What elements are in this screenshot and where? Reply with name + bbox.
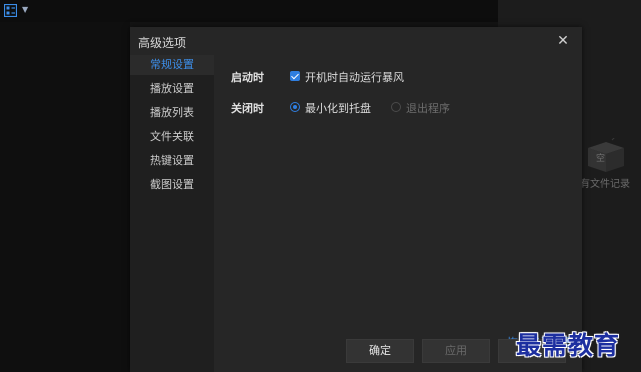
- dialog-title: 高级选项: [138, 36, 187, 50]
- dialog-titlebar[interactable]: 高级选项 ✕: [130, 27, 582, 55]
- settings-nav: 常规设置 播放设置 播放列表 文件关联 热键设置 截图设置: [130, 55, 214, 372]
- advanced-options-dialog: 高级选项 ✕ 常规设置 播放设置 播放列表 文件关联 热键设置 截图设置 启动时…: [130, 27, 582, 372]
- empty-box-icon: [588, 138, 624, 172]
- nav-item-hotkeys[interactable]: 热键设置: [130, 151, 214, 171]
- exit-program-label[interactable]: 退出程序: [406, 100, 450, 116]
- empty-box-label: 空: [596, 154, 606, 164]
- watermark-text: 最需教育: [516, 331, 621, 360]
- ok-button[interactable]: 确定: [346, 339, 414, 363]
- on-close-label: 关闭时: [231, 102, 264, 115]
- player-area: [0, 22, 130, 372]
- chevron-down-icon[interactable]: ▼: [22, 5, 28, 14]
- autostart-checkbox[interactable]: [290, 71, 300, 81]
- minimize-to-tray-radio[interactable]: [290, 102, 300, 112]
- nav-item-playback[interactable]: 播放设置: [130, 79, 214, 99]
- nav-item-general[interactable]: 常规设置: [130, 55, 214, 75]
- general-settings-panel: 启动时 开机时自动运行暴风 关闭时 最小化到托盘 退出程序 恢复默认设置: [214, 55, 582, 372]
- top-bar: ▼: [0, 0, 498, 22]
- nav-item-screenshot[interactable]: 截图设置: [130, 175, 214, 195]
- layout-grid-icon[interactable]: [4, 4, 17, 17]
- exit-program-radio[interactable]: [391, 102, 401, 112]
- autostart-checkbox-label[interactable]: 开机时自动运行暴风: [305, 69, 404, 85]
- apply-button[interactable]: 应用: [422, 339, 490, 363]
- nav-item-playlist[interactable]: 播放列表: [130, 103, 214, 123]
- empty-state-text: 有文件记录: [580, 179, 630, 190]
- startup-label: 启动时: [231, 71, 264, 84]
- minimize-to-tray-label[interactable]: 最小化到托盘: [305, 100, 371, 116]
- nav-item-file-association[interactable]: 文件关联: [130, 127, 214, 147]
- close-icon[interactable]: ✕: [554, 32, 572, 50]
